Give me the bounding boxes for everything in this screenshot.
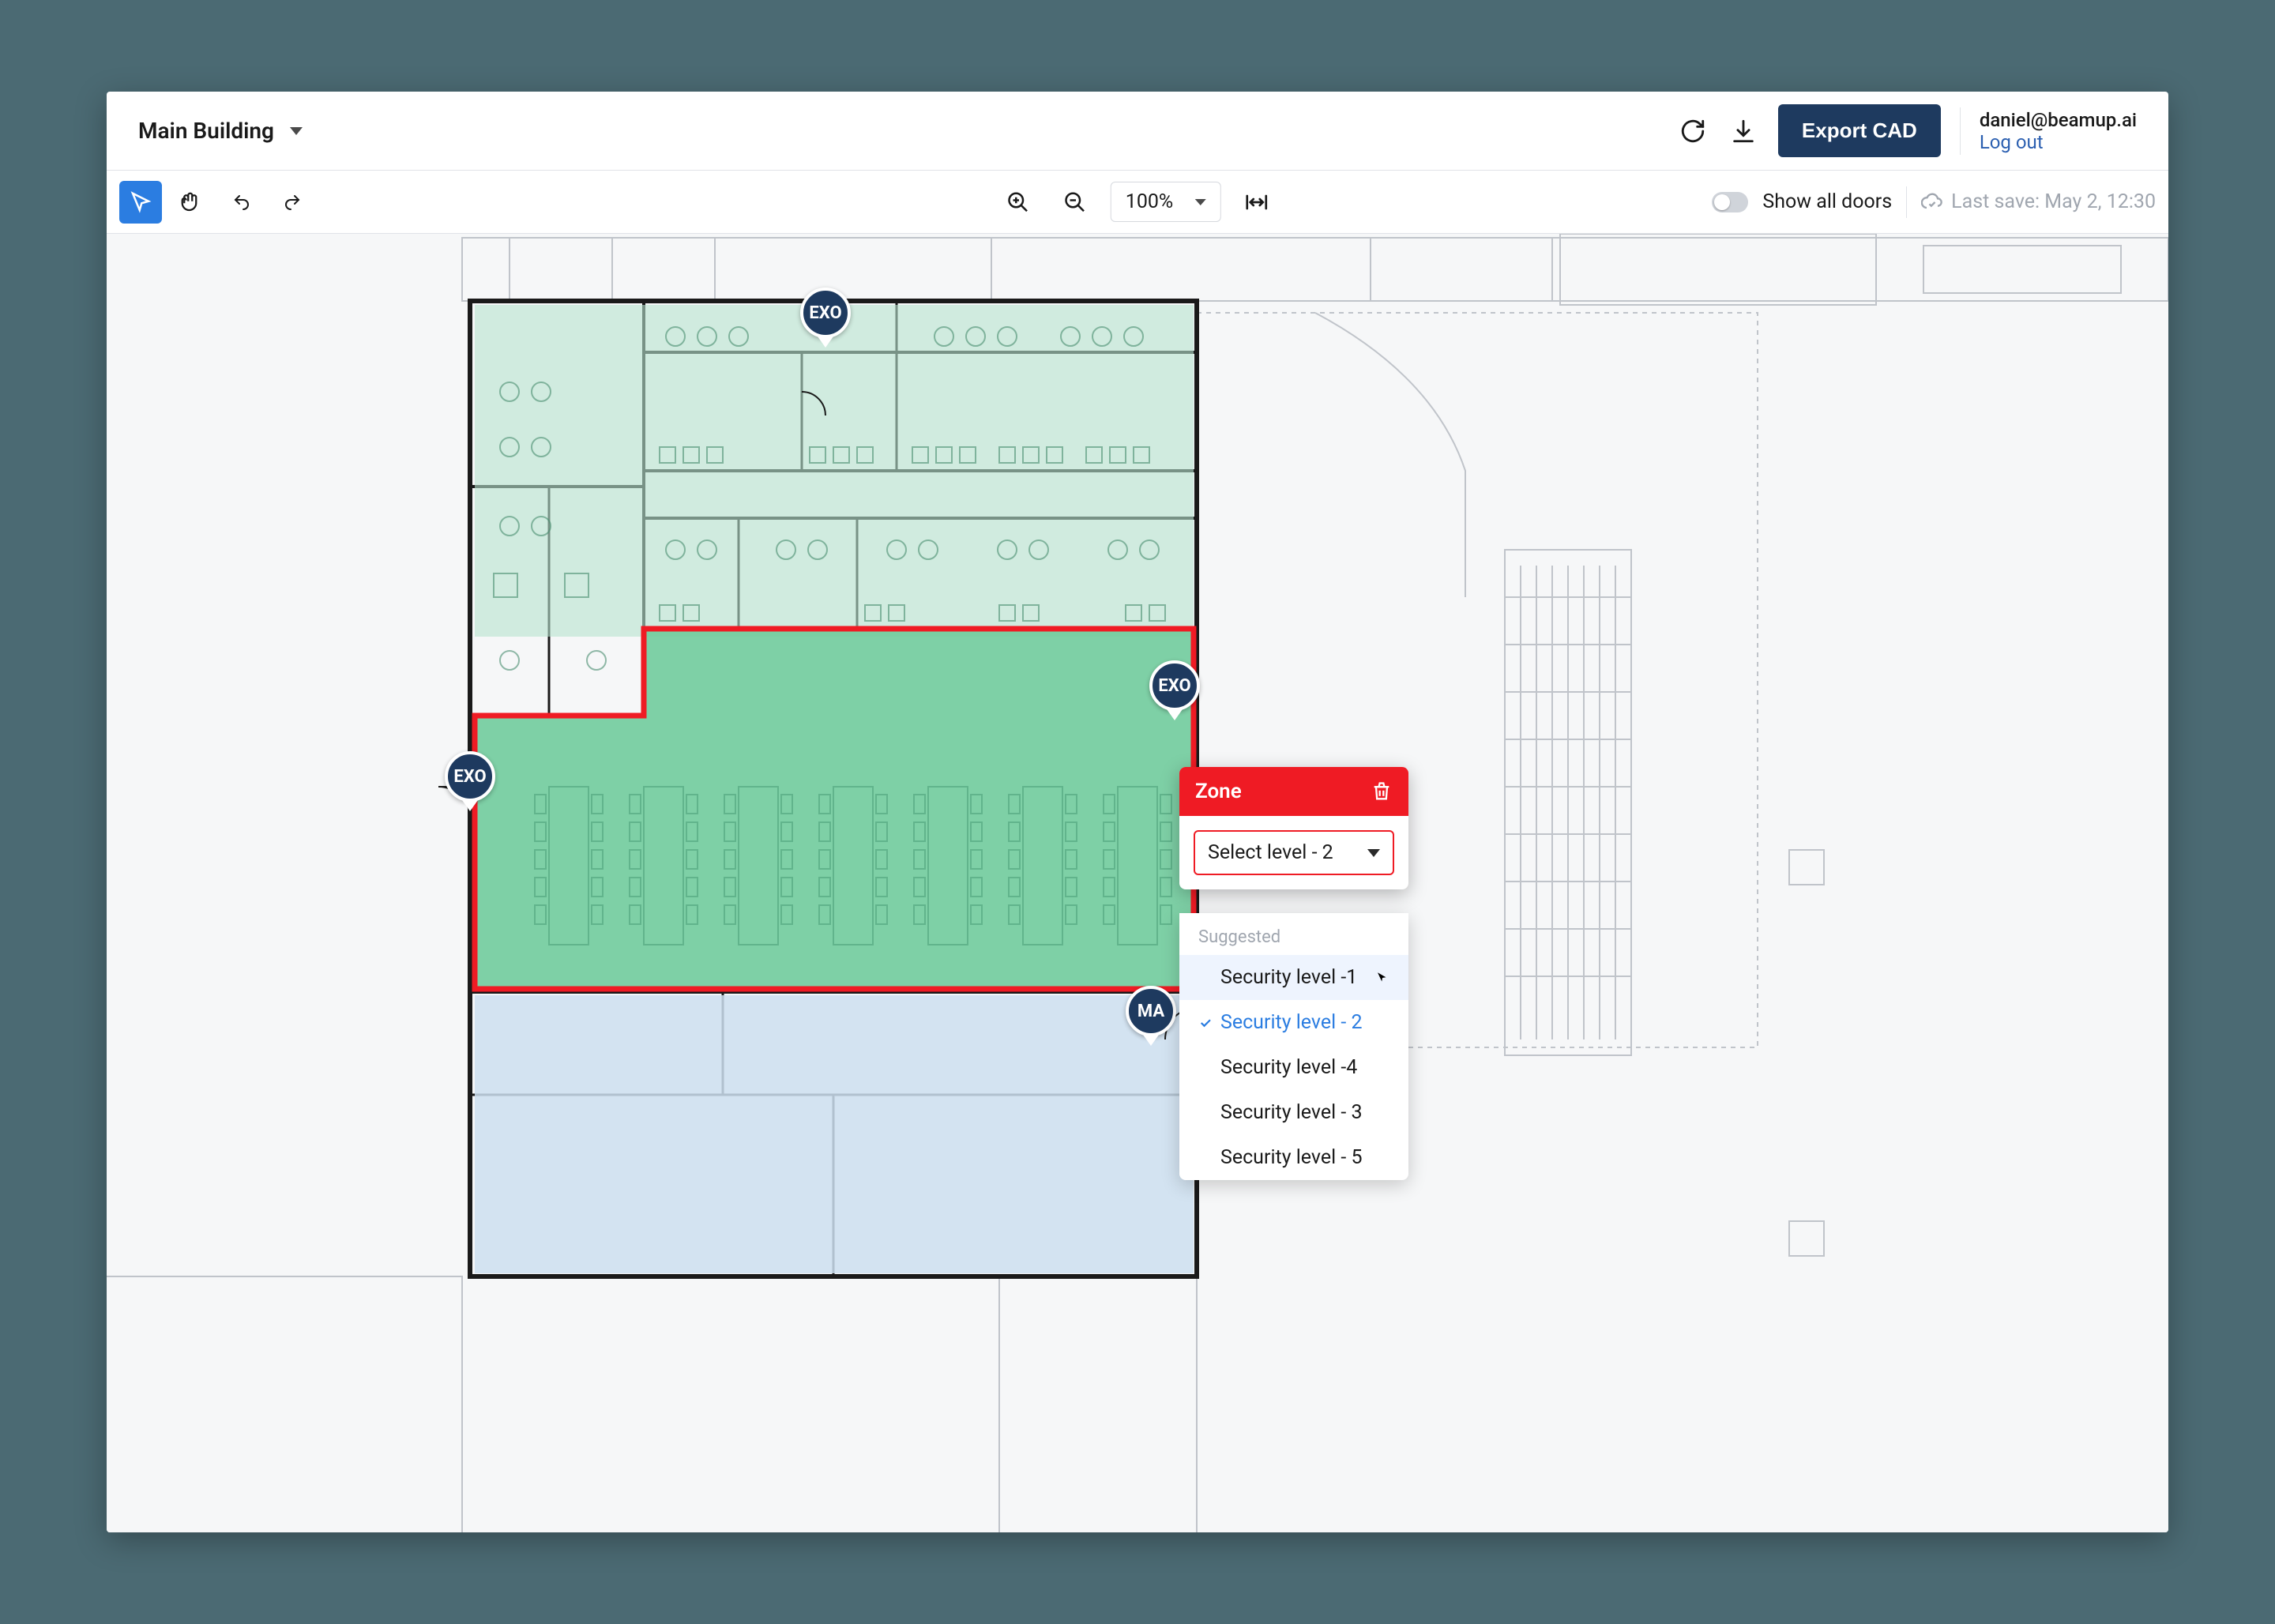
redo-icon: [280, 193, 304, 212]
zone-popup-header: Zone: [1179, 767, 1408, 816]
zoom-in-button[interactable]: [997, 181, 1040, 224]
option-label: Security level -4: [1220, 1056, 1357, 1079]
chevron-down-icon: [1367, 849, 1380, 857]
user-block: daniel@beamup.ai Log out: [1980, 109, 2137, 153]
fit-width-button[interactable]: [1235, 181, 1278, 224]
refresh-icon: [1679, 118, 1706, 145]
fit-width-icon: [1244, 190, 1269, 215]
dropdown-option-5[interactable]: Security level - 5: [1179, 1135, 1408, 1180]
option-label: Security level -1: [1220, 966, 1357, 989]
last-save-text: Last save: May 2, 12:30: [1951, 190, 2156, 213]
zone-blue: [475, 995, 1194, 1273]
tag-pointer: [1167, 709, 1183, 720]
building-name: Main Building: [138, 118, 274, 144]
tag-ma[interactable]: MA: [1126, 986, 1176, 1036]
tag-exo-2[interactable]: EXO: [1149, 660, 1200, 711]
mouse-cursor-icon: [1375, 971, 1389, 985]
undo-button[interactable]: [220, 181, 263, 224]
export-cad-button[interactable]: Export CAD: [1778, 104, 1941, 157]
zoom-in-icon: [1006, 190, 1030, 214]
header-right: Export CAD daniel@beamup.ai Log out: [1677, 104, 2137, 157]
download-icon: [1730, 118, 1757, 145]
level-select-label: Select level - 2: [1208, 841, 1333, 864]
chevron-down-icon: [290, 127, 303, 135]
cursor-icon: [129, 190, 152, 214]
download-button[interactable]: [1728, 115, 1759, 147]
divider: [1906, 186, 1907, 218]
option-label: Security level - 2: [1220, 1011, 1363, 1034]
app-window: Main Building Export CAD daniel@beamup.a…: [107, 92, 2168, 1532]
tag-exo-1[interactable]: EXO: [800, 288, 851, 338]
show-doors-toggle[interactable]: [1712, 192, 1748, 212]
zone-popup: Zone Select level - 2 Suggested Security…: [1179, 767, 1408, 889]
redo-button[interactable]: [271, 181, 314, 224]
toolbar-right: Show all doors Last save: May 2, 12:30: [1712, 186, 2156, 218]
tag-pointer: [818, 336, 833, 348]
floorplan-svg: [107, 234, 2168, 1532]
tag-exo-3[interactable]: EXO: [445, 751, 495, 802]
zone-light-green: [475, 305, 1194, 637]
dropdown-option-1[interactable]: Security level -1: [1179, 955, 1408, 1000]
undo-icon: [230, 193, 254, 212]
floorplan-canvas[interactable]: EXO EXO EXO MA Zone Select level - 2: [107, 234, 2168, 1532]
show-doors-label: Show all doors: [1762, 190, 1892, 213]
logout-link[interactable]: Log out: [1980, 131, 2044, 153]
zoom-out-icon: [1063, 190, 1087, 214]
toolbar-center: 100%: [997, 181, 1278, 224]
zoom-value: 100%: [1126, 190, 1173, 213]
dropdown-section-label: Suggested: [1179, 913, 1408, 955]
chevron-down-icon: [1195, 199, 1206, 205]
trash-icon[interactable]: [1371, 780, 1393, 803]
divider: [1960, 107, 1961, 155]
zone-popup-title: Zone: [1195, 780, 1242, 803]
user-email: daniel@beamup.ai: [1980, 109, 2137, 131]
option-label: Security level - 5: [1220, 1146, 1363, 1169]
tag-pointer: [462, 800, 478, 811]
building-selector[interactable]: Main Building: [138, 118, 303, 144]
level-select[interactable]: Select level - 2: [1194, 830, 1394, 875]
hand-icon: [179, 190, 203, 214]
toolbar: 100% Show all doors Last save: May 2, 1: [107, 171, 2168, 234]
toggle-knob: [1714, 194, 1730, 210]
app-header: Main Building Export CAD daniel@beamup.a…: [107, 92, 2168, 171]
tag-pointer: [1143, 1035, 1159, 1046]
option-label: Security level - 3: [1220, 1101, 1363, 1124]
last-save: Last save: May 2, 12:30: [1921, 190, 2156, 213]
select-tool[interactable]: [119, 181, 162, 224]
cloud-check-icon: [1921, 191, 1943, 213]
check-icon: [1198, 1016, 1213, 1030]
zoom-out-button[interactable]: [1054, 181, 1096, 224]
dropdown-option-4[interactable]: Security level - 3: [1179, 1090, 1408, 1135]
dropdown-option-2[interactable]: Security level - 2: [1179, 1000, 1408, 1045]
pan-tool[interactable]: [170, 181, 212, 224]
dropdown-option-3[interactable]: Security level -4: [1179, 1045, 1408, 1090]
zone-popup-body: Select level - 2: [1179, 816, 1408, 889]
refresh-button[interactable]: [1677, 115, 1709, 147]
zoom-level-select[interactable]: 100%: [1111, 182, 1221, 222]
level-dropdown: Suggested Security level -1 Security lev…: [1179, 913, 1408, 1180]
